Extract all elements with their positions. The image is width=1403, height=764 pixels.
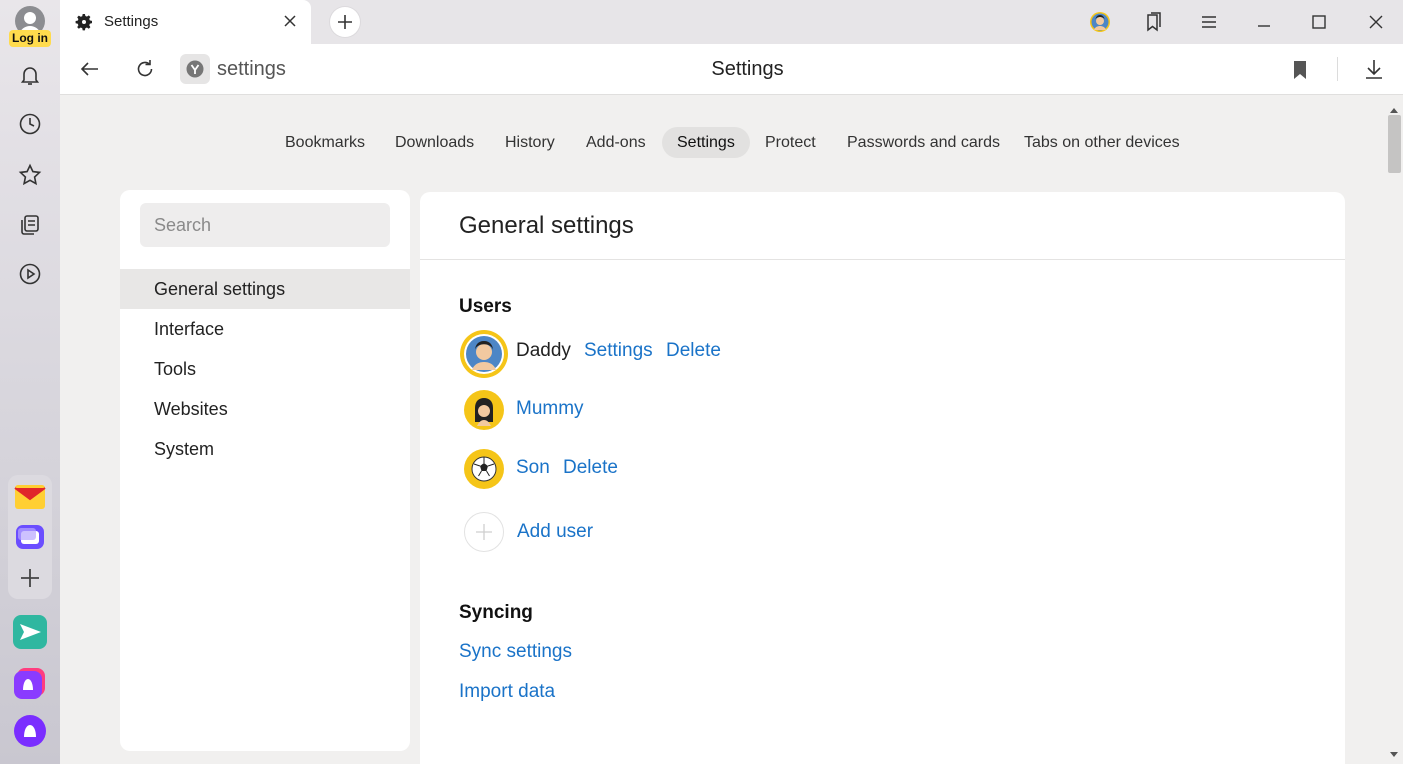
- add-app-plus-icon[interactable]: [13, 561, 47, 595]
- close-window-icon[interactable]: [1363, 9, 1389, 35]
- header-divider: [420, 259, 1345, 260]
- side-item-websites[interactable]: Websites: [120, 389, 410, 429]
- notifications-bell-icon[interactable]: [15, 60, 45, 90]
- import-data-link[interactable]: Import data: [459, 681, 555, 703]
- mummy-avatar-icon[interactable]: [464, 390, 504, 430]
- menu-hamburger-icon[interactable]: [1196, 9, 1222, 35]
- side-item-interface[interactable]: Interface: [120, 309, 410, 349]
- maximize-icon[interactable]: [1306, 9, 1332, 35]
- tab-add-ons[interactable]: Add-ons: [571, 127, 661, 158]
- alice-chat-icon[interactable]: [13, 666, 47, 700]
- login-label: Log in: [9, 30, 51, 47]
- tab-protect[interactable]: Protect: [750, 127, 831, 158]
- video-play-icon[interactable]: [15, 259, 45, 289]
- history-clock-icon[interactable]: [15, 109, 45, 139]
- users-heading: Users: [459, 296, 512, 317]
- collections-icon[interactable]: [15, 210, 45, 240]
- bookmarks-star-icon[interactable]: [15, 160, 45, 190]
- tab-strip: Settings: [60, 0, 1403, 44]
- user-row-mummy: Mummy: [460, 390, 760, 440]
- side-item-tools[interactable]: Tools: [120, 349, 410, 389]
- scroll-down-arrow-icon[interactable]: [1389, 746, 1399, 757]
- tab-bookmarks[interactable]: Bookmarks: [270, 127, 380, 158]
- gear-icon: [74, 12, 94, 32]
- alice-assistant-icon[interactable]: [13, 714, 47, 748]
- tab-settings[interactable]: Settings: [60, 0, 311, 44]
- new-tab-button[interactable]: [330, 7, 360, 37]
- user-row-daddy: Daddy Settings Delete: [460, 329, 860, 379]
- mail-icon[interactable]: [13, 480, 47, 514]
- settings-side-menu: General settings Interface Tools Website…: [120, 190, 410, 751]
- back-arrow-icon[interactable]: [78, 57, 102, 81]
- tab-other-devices[interactable]: Tabs on other devices: [1009, 127, 1195, 158]
- yandex-site-icon[interactable]: [180, 54, 210, 84]
- add-user-plus-icon[interactable]: [464, 512, 504, 552]
- syncing-heading: Syncing: [459, 602, 533, 623]
- tab-downloads[interactable]: Downloads: [380, 127, 489, 158]
- tab-settings[interactable]: Settings: [662, 127, 750, 158]
- download-icon[interactable]: [1362, 57, 1386, 81]
- messenger-icon[interactable]: [13, 520, 47, 554]
- bookmark-icon[interactable]: [1288, 58, 1312, 82]
- tab-passwords-and-cards[interactable]: Passwords and cards: [832, 127, 1015, 158]
- daddy-settings-link[interactable]: Settings: [584, 340, 653, 362]
- scroll-up-arrow-icon[interactable]: [1389, 101, 1399, 113]
- section-header: General settings: [459, 212, 634, 239]
- settings-search-input[interactable]: [140, 203, 390, 247]
- login-button[interactable]: Log in: [8, 6, 52, 47]
- settings-top-nav: Bookmarks Downloads History Add-ons Sett…: [60, 127, 1403, 159]
- address-input[interactable]: settings: [217, 58, 286, 81]
- close-tab-icon[interactable]: [281, 12, 299, 30]
- sync-settings-link[interactable]: Sync settings: [459, 641, 572, 663]
- scroll-thumb[interactable]: [1388, 115, 1401, 173]
- user-name-son[interactable]: Son: [516, 457, 550, 479]
- user-name-mummy[interactable]: Mummy: [516, 398, 584, 420]
- tab-title: Settings: [104, 13, 159, 30]
- page-scrollbar[interactable]: [1385, 95, 1403, 764]
- tab-history[interactable]: History: [490, 127, 570, 158]
- address-bar: settings Settings: [60, 44, 1403, 95]
- user-name-daddy: Daddy: [516, 340, 571, 361]
- add-user-row[interactable]: Add user: [460, 512, 760, 562]
- general-settings-panel: General settings Users Daddy Settings De…: [420, 192, 1345, 764]
- daddy-avatar-icon[interactable]: [460, 330, 508, 378]
- daddy-delete-link[interactable]: Delete: [666, 340, 721, 362]
- browser-sidebar: Log in: [0, 0, 60, 764]
- collections-bookmarks-icon[interactable]: [1140, 9, 1166, 35]
- reload-icon[interactable]: [133, 57, 157, 81]
- side-item-general-settings[interactable]: General settings: [120, 269, 410, 309]
- add-user-link[interactable]: Add user: [517, 521, 593, 543]
- side-item-system[interactable]: System: [120, 429, 410, 469]
- telemost-send-icon[interactable]: [13, 615, 47, 649]
- son-delete-link[interactable]: Delete: [563, 457, 618, 479]
- toolbar-divider: [1337, 57, 1338, 81]
- user-row-son: Son Delete: [460, 449, 760, 499]
- son-soccer-ball-avatar-icon[interactable]: [464, 449, 504, 489]
- minimize-icon[interactable]: [1251, 9, 1277, 35]
- profile-avatar-icon[interactable]: [1087, 9, 1113, 35]
